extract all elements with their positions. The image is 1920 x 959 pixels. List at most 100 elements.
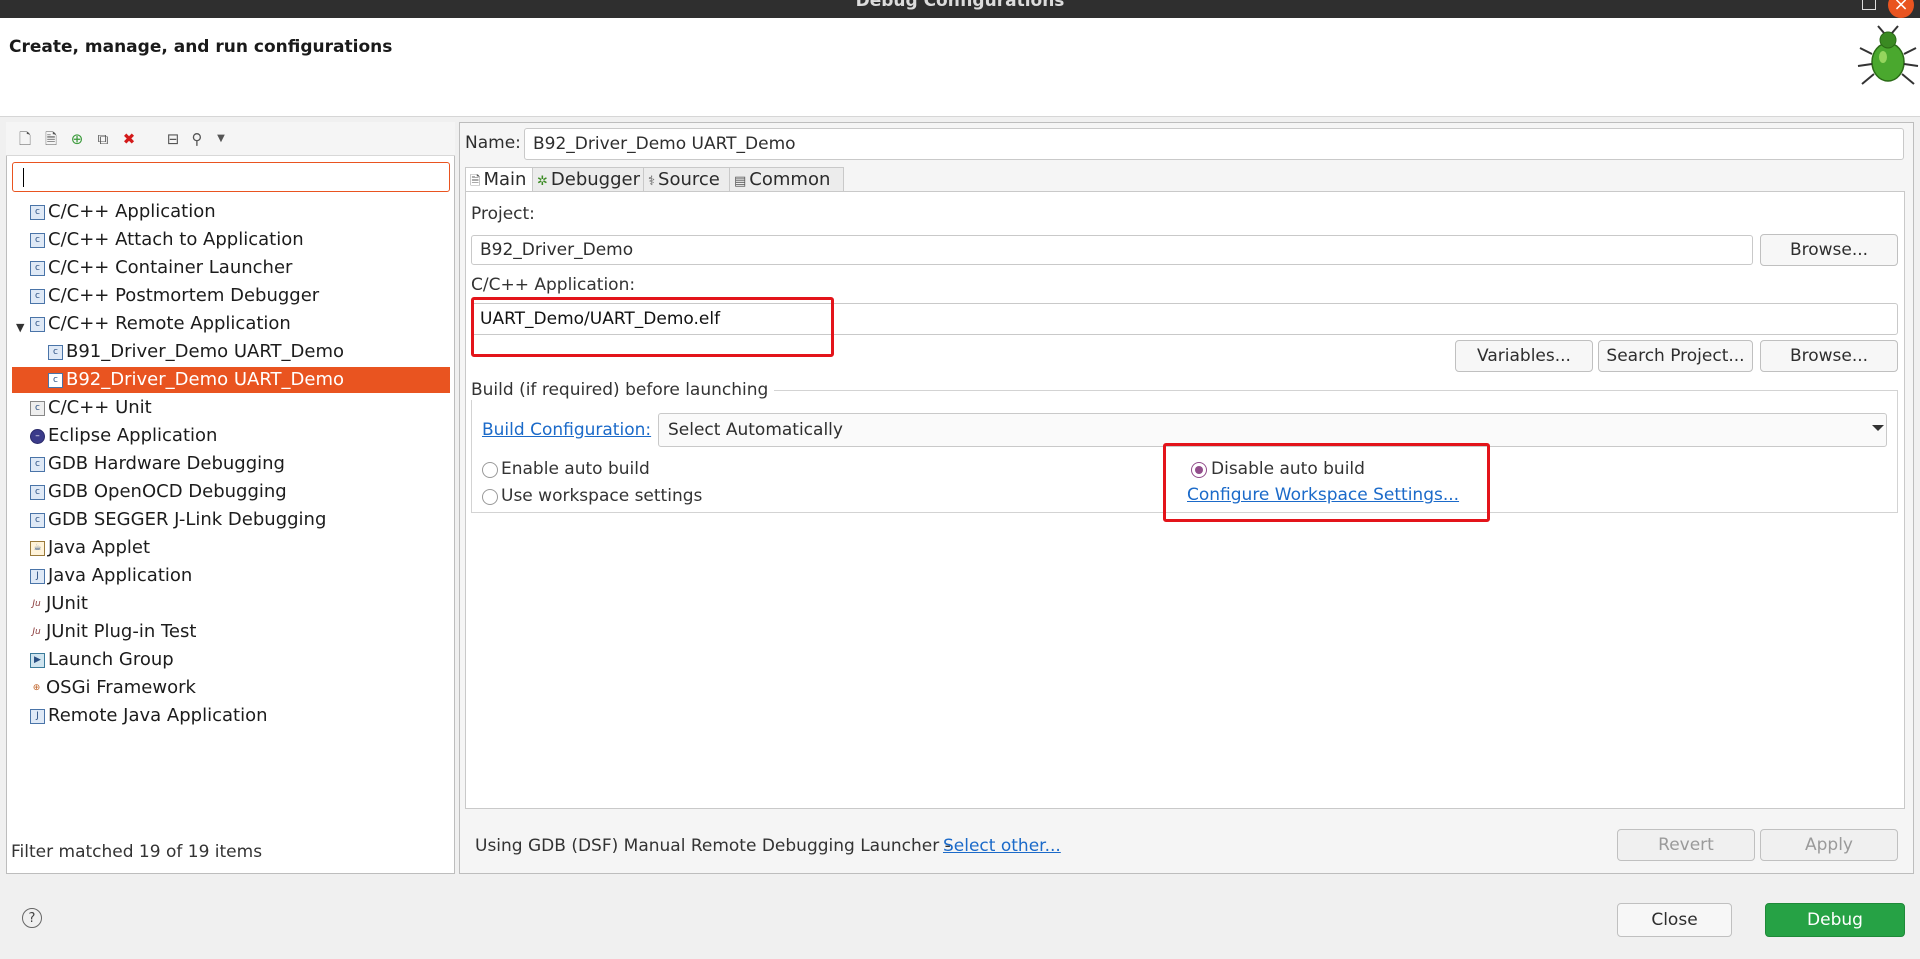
tree-item-launch-group[interactable]: ▶ Launch Group xyxy=(30,647,174,673)
tree-item-b91-uart-demo[interactable]: c B91_Driver_Demo UART_Demo xyxy=(48,339,344,365)
config-tree-toolbar: 🗋 🗎 ⊕ ⧉ ✖ ⊟ ⚲ ▼ xyxy=(6,122,455,156)
filter-icon[interactable]: ⚲ xyxy=(188,130,206,148)
window-close-icon[interactable]: × xyxy=(1888,0,1914,18)
header-title: Create, manage, and run configurations xyxy=(9,37,393,57)
config-name-input[interactable]: B92_Driver_Demo UART_Demo xyxy=(524,128,1904,160)
tree-item-java-applet[interactable]: ☕ Java Applet xyxy=(30,535,150,561)
tree-item-label: Remote Java Application xyxy=(48,705,268,726)
cpp-config-icon: c xyxy=(48,372,63,388)
tree-item-remote-java[interactable]: J Remote Java Application xyxy=(30,703,268,729)
enable-auto-build-label: Enable auto build xyxy=(501,459,650,479)
tree-item-cpp-remote[interactable]: c C/C++ Remote Application xyxy=(30,311,291,337)
cpp-unit-icon: c xyxy=(30,400,45,416)
tree-item-label: JUnit xyxy=(46,593,88,614)
tree-item-cpp-postmortem[interactable]: c C/C++ Postmortem Debugger xyxy=(30,283,319,309)
debug-button[interactable]: Debug xyxy=(1765,903,1905,937)
cpp-config-icon: c xyxy=(30,204,45,220)
tree-item-gdb-segger[interactable]: c GDB SEGGER J-Link Debugging xyxy=(30,507,326,533)
cpp-config-icon: c xyxy=(30,316,45,332)
launch-group-icon: ▶ xyxy=(30,652,45,668)
tree-item-label: GDB OpenOCD Debugging xyxy=(48,481,287,502)
debugger-tab-icon: ✲ xyxy=(537,174,548,189)
duplicate-icon[interactable]: ⧉ xyxy=(94,130,112,148)
view-menu-icon[interactable]: ▼ xyxy=(212,130,230,148)
tree-item-label: Java Applet xyxy=(48,537,151,558)
export-icon[interactable]: ⊕ xyxy=(68,130,86,148)
tree-item-label: C/C++ Container Launcher xyxy=(48,257,293,278)
debug-bug-icon xyxy=(1857,25,1919,85)
help-icon[interactable]: ? xyxy=(22,908,42,928)
cpp-config-icon: c xyxy=(30,288,45,304)
text-caret xyxy=(23,168,24,187)
highlight-box-build xyxy=(1163,443,1490,522)
use-workspace-settings-radio[interactable] xyxy=(482,489,498,505)
tree-item-label: B92_Driver_Demo UART_Demo xyxy=(66,369,345,390)
enable-auto-build-radio[interactable] xyxy=(482,462,498,478)
gdb-config-icon: c xyxy=(30,512,45,528)
tree-item-label: Launch Group xyxy=(48,649,174,670)
tab-main[interactable]: 🗎 Main xyxy=(465,167,542,192)
project-label: Project: xyxy=(471,204,535,224)
tree-item-junit[interactable]: Ju JUnit xyxy=(30,591,88,617)
eclipse-icon: – xyxy=(30,428,45,444)
cpp-config-icon: c xyxy=(30,260,45,276)
remote-java-icon: J xyxy=(30,708,45,724)
java-applet-icon: ☕ xyxy=(30,540,45,556)
project-input[interactable]: B92_Driver_Demo xyxy=(471,235,1753,265)
tree-item-label: C/C++ Postmortem Debugger xyxy=(48,285,320,306)
gdb-config-icon: c xyxy=(30,484,45,500)
search-project-button[interactable]: Search Project... xyxy=(1598,340,1753,372)
expand-chevron-down-icon[interactable]: ▼ xyxy=(16,321,24,334)
tree-item-cpp-container[interactable]: c C/C++ Container Launcher xyxy=(30,255,292,281)
tab-label: Debugger xyxy=(550,169,641,190)
tree-item-label: C/C++ Unit xyxy=(48,397,152,418)
revert-button[interactable]: Revert xyxy=(1617,829,1755,861)
application-label: C/C++ Application: xyxy=(471,275,636,295)
new-prototype-icon[interactable]: 🗎 xyxy=(42,130,60,148)
build-configuration-select[interactable]: Select Automatically xyxy=(658,413,1887,447)
highlight-box-application xyxy=(471,297,834,357)
close-button[interactable]: Close xyxy=(1617,903,1732,937)
tab-label: Source xyxy=(658,169,720,190)
tab-debugger[interactable]: ✲ Debugger xyxy=(532,167,653,192)
delete-icon[interactable]: ✖ xyxy=(120,130,138,148)
filter-input[interactable] xyxy=(12,162,450,192)
tree-item-label: Java Application xyxy=(48,565,193,586)
tab-common[interactable]: ▤ Common xyxy=(729,167,844,192)
new-config-icon[interactable]: 🗋 xyxy=(16,130,34,148)
tree-item-cpp-attach[interactable]: c C/C++ Attach to Application xyxy=(30,227,304,253)
tree-item-label: JUnit Plug-in Test xyxy=(46,621,197,642)
chevron-down-icon xyxy=(1872,425,1884,431)
tree-item-gdb-hardware[interactable]: c GDB Hardware Debugging xyxy=(30,451,285,477)
window-title: Debug Configurations xyxy=(855,0,1065,11)
apply-button[interactable]: Apply xyxy=(1760,829,1898,861)
build-configuration-link[interactable]: Build Configuration: xyxy=(482,420,651,440)
tree-item-java-application[interactable]: J Java Application xyxy=(30,563,192,589)
use-workspace-settings-label: Use workspace settings xyxy=(501,486,703,506)
tab-label: Main xyxy=(483,169,527,190)
tree-item-gdb-openocd[interactable]: c GDB OpenOCD Debugging xyxy=(30,479,287,505)
launcher-text: Using GDB (DSF) Manual Remote Debugging … xyxy=(475,836,951,856)
tree-item-junit-plugin[interactable]: Ju JUnit Plug-in Test xyxy=(30,619,196,645)
tree-item-eclipse-application[interactable]: – Eclipse Application xyxy=(30,423,217,449)
variables-button[interactable]: Variables... xyxy=(1455,340,1593,372)
source-tab-icon: ⚕ xyxy=(648,174,656,189)
collapse-all-icon[interactable]: ⊟ xyxy=(164,130,182,148)
tree-item-cpp-application[interactable]: c C/C++ Application xyxy=(30,199,216,225)
tree-item-cpp-unit[interactable]: c C/C++ Unit xyxy=(30,395,152,421)
application-browse-button[interactable]: Browse... xyxy=(1760,340,1898,372)
filter-status: Filter matched 19 of 19 items xyxy=(11,842,263,862)
tree-item-label: OSGi Framework xyxy=(46,677,196,698)
junit-icon: Ju xyxy=(32,598,41,609)
tree-item-label: GDB SEGGER J-Link Debugging xyxy=(48,509,327,530)
project-browse-button[interactable]: Browse... xyxy=(1760,234,1898,266)
window-minimize-icon[interactable] xyxy=(1862,0,1876,10)
select-other-link[interactable]: Select other... xyxy=(943,836,1061,856)
tree-item-b92-uart-demo[interactable]: c B92_Driver_Demo UART_Demo xyxy=(12,367,450,393)
osgi-icon: ⊕ xyxy=(32,682,41,693)
tab-source[interactable]: ⚕ Source xyxy=(643,167,739,192)
tree-item-osgi-framework[interactable]: ⊕ OSGi Framework xyxy=(30,675,196,701)
tree-item-label: GDB Hardware Debugging xyxy=(48,453,285,474)
cpp-config-icon: c xyxy=(48,344,63,360)
tree-item-label: C/C++ Application xyxy=(48,201,216,222)
